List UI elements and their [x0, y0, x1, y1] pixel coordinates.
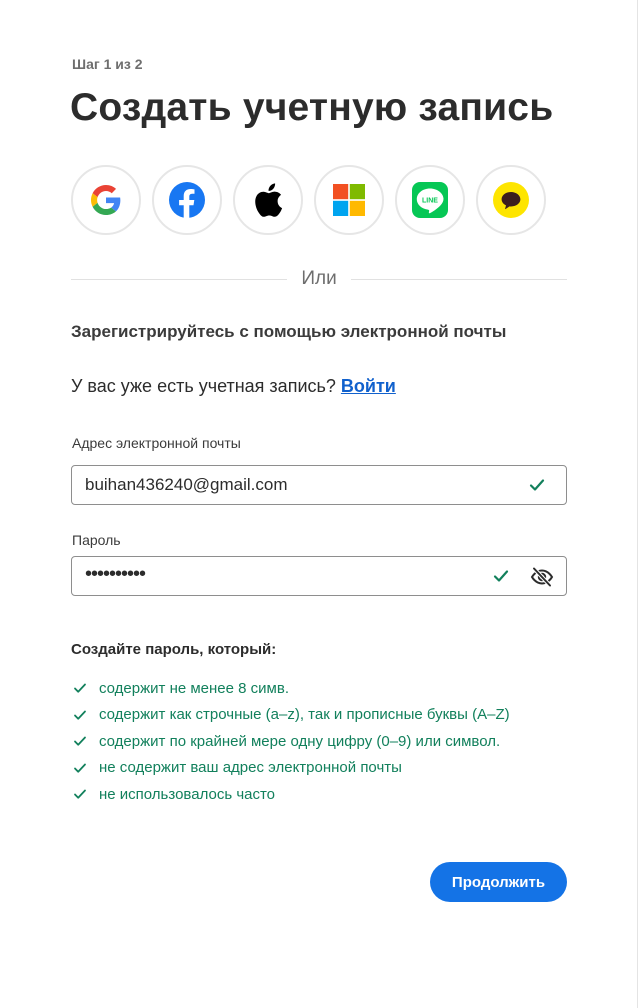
- or-divider: Или: [71, 268, 568, 290]
- rule-check-icon: [74, 710, 86, 720]
- password-rule-item: содержит как строчные (a–z), так и пропи…: [73, 702, 510, 729]
- divider-line-left: [71, 278, 288, 280]
- divider-line-right: [350, 278, 568, 280]
- email-valid-check-icon: [529, 479, 545, 491]
- google-signin-button[interactable]: [71, 165, 141, 235]
- password-field[interactable]: ••••••••••: [71, 556, 567, 596]
- signup-card: Шаг 1 из 2 Создать учетную запись LINE И…: [0, 0, 638, 1008]
- step-indicator: Шаг 1 из 2: [72, 56, 143, 72]
- kakaotalk-signin-button[interactable]: [476, 165, 546, 235]
- password-value: ••••••••••: [85, 563, 146, 585]
- microsoft-signin-button[interactable]: [314, 165, 384, 235]
- apple-signin-button[interactable]: [233, 165, 303, 235]
- apple-icon: [255, 183, 283, 217]
- rule-text: содержит как строчные (a–z), так и пропи…: [99, 706, 510, 724]
- continue-button[interactable]: Продолжить: [430, 862, 567, 902]
- rule-check-icon: [74, 736, 86, 746]
- password-rule-item: содержит по крайней мере одну цифру (0–9…: [73, 728, 510, 755]
- facebook-signin-button[interactable]: [152, 165, 222, 235]
- rule-check-icon: [74, 789, 86, 799]
- show-password-eye-slash-icon[interactable]: [530, 565, 554, 589]
- rule-check-icon: [74, 683, 86, 693]
- or-text: Или: [301, 268, 337, 289]
- password-label: Пароль: [72, 532, 121, 548]
- rule-text: не использовалось часто: [99, 785, 276, 803]
- password-rules-title: Создайте пароль, который:: [71, 641, 277, 658]
- rule-check-icon: [74, 763, 86, 773]
- password-rules-list: содержит не менее 8 симв. содержит как с…: [73, 675, 510, 808]
- kakaotalk-icon: [493, 182, 529, 218]
- facebook-icon: [169, 182, 205, 218]
- password-valid-check-icon: [493, 570, 509, 582]
- page-title: Создать учетную запись: [70, 86, 554, 129]
- email-value: buihan436240@gmail.com: [85, 475, 288, 494]
- line-signin-button[interactable]: LINE: [395, 165, 465, 235]
- have-account-text: У вас уже есть учетная запись?: [71, 376, 336, 396]
- email-signup-heading: Зарегистрируйтесь с помощью электронной …: [71, 322, 507, 341]
- password-rule-item: не содержит ваш адрес электронной почты: [73, 755, 510, 782]
- password-rule-item: не использовалось часто: [73, 781, 510, 808]
- sign-in-link[interactable]: Войти: [341, 376, 396, 396]
- email-label: Адрес электронной почты: [72, 435, 241, 451]
- rule-text: не содержит ваш адрес электронной почты: [99, 759, 402, 777]
- google-icon: [91, 185, 121, 215]
- rule-text: содержит не менее 8 симв.: [99, 679, 289, 697]
- email-field[interactable]: buihan436240@gmail.com: [71, 465, 567, 505]
- rule-text: содержит по крайней мере одну цифру (0–9…: [99, 732, 501, 750]
- line-icon: LINE: [412, 182, 448, 218]
- password-rule-item: содержит не менее 8 симв.: [73, 675, 510, 702]
- microsoft-icon: [333, 184, 365, 216]
- have-account-row: У вас уже есть учетная запись? Войти: [71, 376, 396, 397]
- social-login-row: LINE: [71, 165, 546, 235]
- line-icon-text: LINE: [422, 197, 438, 204]
